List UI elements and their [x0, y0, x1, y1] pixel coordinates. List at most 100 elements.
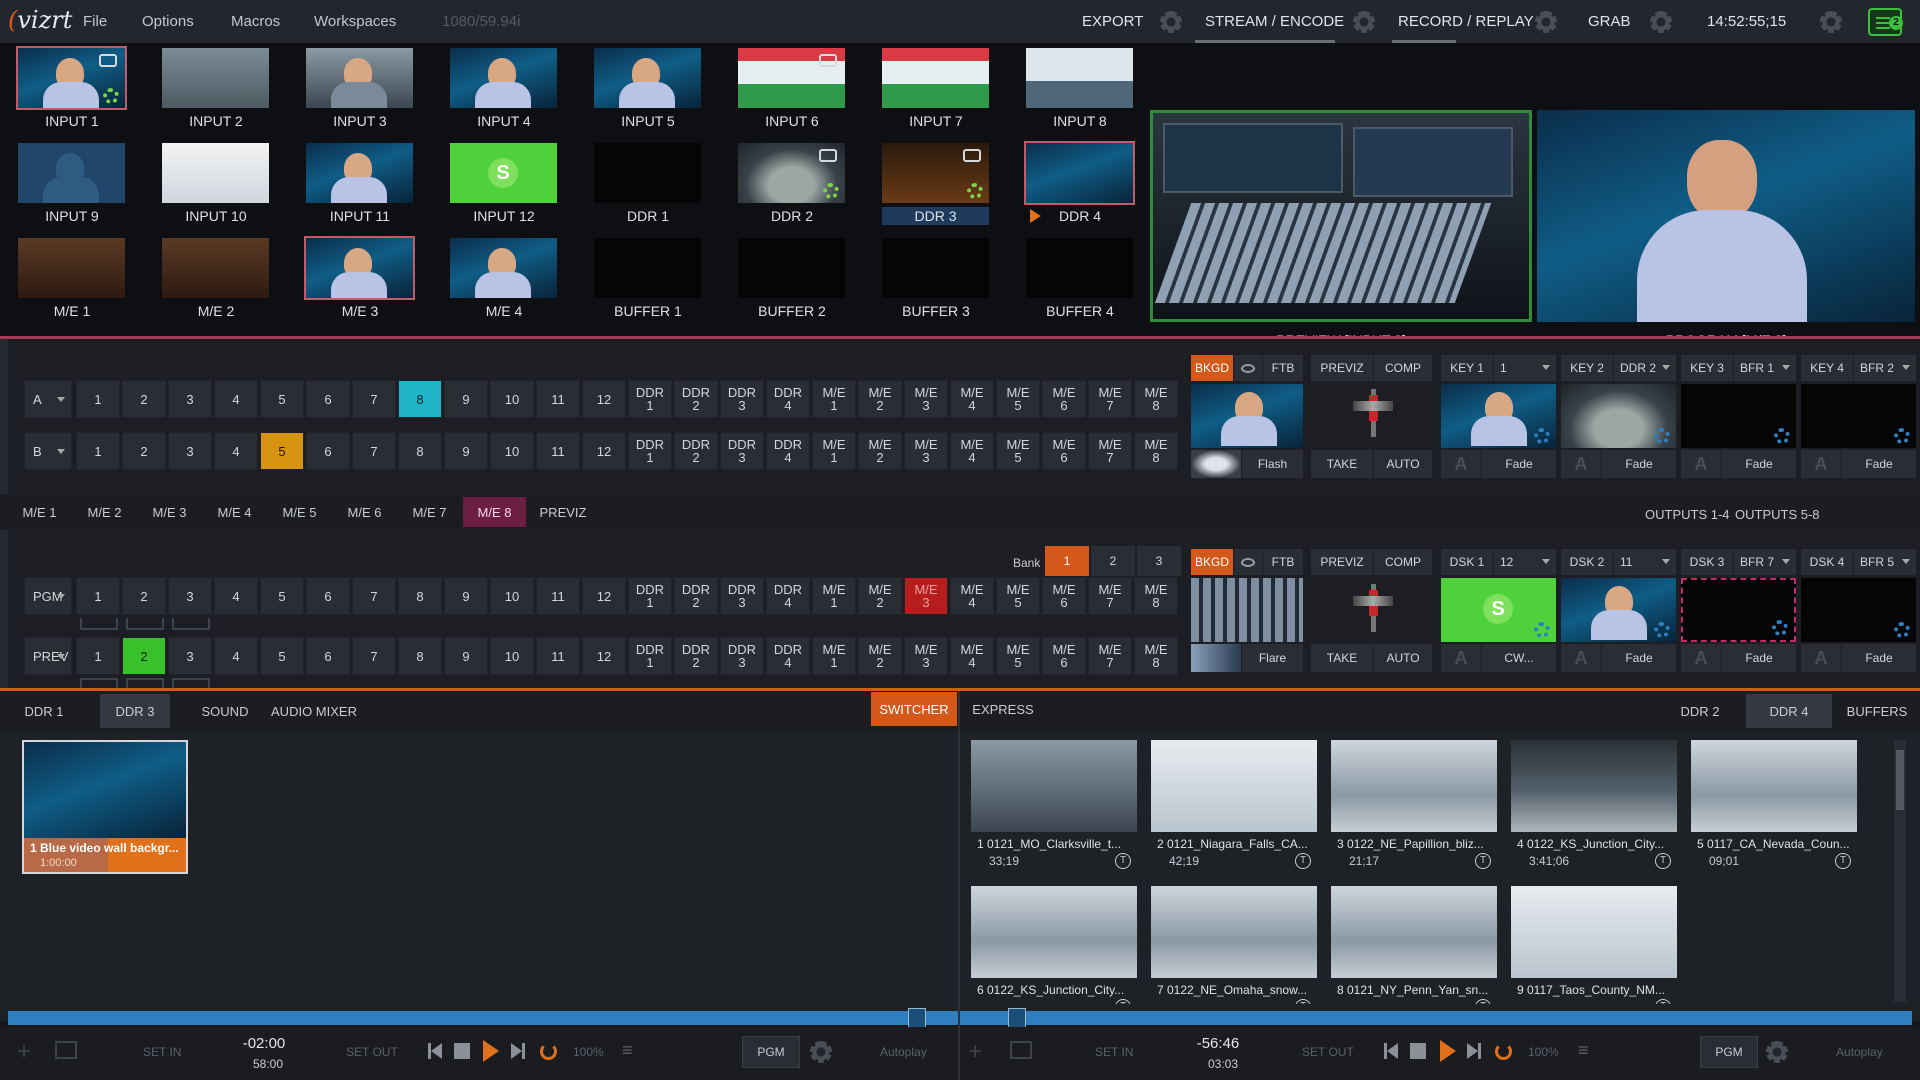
row-b-source-15[interactable]: DDR 3 — [720, 432, 764, 470]
ddr4-clip[interactable]: 1 0121_MO_Clarksville_t... 33;19 T — [971, 740, 1137, 869]
key-4-transition[interactable]: Fade — [1842, 450, 1916, 478]
dsk-2-source-select[interactable]: 11 — [1614, 549, 1676, 575]
prev-source-15[interactable]: DDR 3 — [720, 637, 764, 675]
pgm-source-21[interactable]: M/E 5 — [996, 577, 1040, 615]
clip-transition-icon[interactable]: T — [1655, 853, 1671, 869]
play-icon[interactable] — [483, 1040, 499, 1062]
monitor-ddr-3[interactable]: DDR 3 — [864, 139, 1008, 235]
row-a-source-14[interactable]: DDR 2 — [674, 380, 718, 418]
menu-options[interactable]: Options — [142, 13, 194, 30]
media-tab-audio-mixer[interactable]: AUDIO MIXER — [268, 694, 360, 728]
ddr3-scrubber[interactable] — [8, 1011, 958, 1025]
delegate-link-icon[interactable] — [126, 618, 164, 630]
ddr4-clip[interactable]: 5 0117_CA_Nevada_Coun... 09;01 T — [1691, 740, 1857, 869]
row-a-source-21[interactable]: M/E 5 — [996, 380, 1040, 418]
ddr4-clip[interactable]: 4 0122_KS_Junction_City... 3:41;06 T — [1511, 740, 1677, 869]
prev-source-21[interactable]: M/E 5 — [996, 637, 1040, 675]
dsk-4-source-select[interactable]: BFR 5 — [1854, 549, 1916, 575]
monitor-ddr-2[interactable]: DDR 2 — [720, 139, 864, 235]
row-b-source-13[interactable]: DDR 1 — [628, 432, 672, 470]
alpha-icon[interactable]: A — [1801, 450, 1841, 478]
alpha-icon[interactable]: A — [1801, 644, 1841, 672]
loop-icon[interactable] — [1495, 1043, 1512, 1060]
scrollbar-thumb[interactable] — [1896, 750, 1904, 810]
pgm-source-22[interactable]: M/E 6 — [1042, 577, 1086, 615]
ddr3-autoplay[interactable]: Autoplay — [880, 1045, 927, 1059]
monitor-m-e-4[interactable]: M/E 4 — [432, 234, 576, 330]
pgm-source-13[interactable]: DDR 1 — [628, 577, 672, 615]
row-b-source-18[interactable]: M/E 2 — [858, 432, 902, 470]
prev-source-4[interactable]: 4 — [214, 637, 258, 675]
ddr4-set-out[interactable]: SET OUT — [1302, 1045, 1354, 1059]
prev-source-16[interactable]: DDR 4 — [766, 637, 810, 675]
ddr4-speed[interactable]: 100% — [1528, 1045, 1559, 1059]
add-icon[interactable]: + — [17, 1038, 31, 1066]
prev-source-14[interactable]: DDR 2 — [674, 637, 718, 675]
pgm-row-selector[interactable]: PGM — [24, 577, 72, 615]
row-a-source-9[interactable]: 9 — [444, 380, 488, 418]
ddr3-scrubber-handle[interactable] — [908, 1008, 926, 1028]
bank-3[interactable]: 3 — [1137, 546, 1181, 576]
row-b-source-14[interactable]: DDR 2 — [674, 432, 718, 470]
row-a-source-20[interactable]: M/E 4 — [950, 380, 994, 418]
row-b-selector[interactable]: B — [24, 432, 72, 470]
prev-source-24[interactable]: M/E 8 — [1134, 637, 1178, 675]
dsk-1-source-select[interactable]: 12 — [1494, 549, 1556, 575]
row-a-source-7[interactable]: 7 — [352, 380, 396, 418]
alpha-icon[interactable]: A — [1681, 450, 1721, 478]
ddr4-clip[interactable]: 9 0117_Taos_County_NM... T — [1511, 886, 1677, 1004]
bank-2[interactable]: 2 — [1091, 546, 1135, 576]
pgm-source-7[interactable]: 7 — [352, 577, 396, 615]
delegate-link-icon[interactable] — [80, 618, 118, 630]
pgm-source-5[interactable]: 5 — [260, 577, 304, 615]
row-b-source-9[interactable]: 9 — [444, 432, 488, 470]
loop-icon[interactable] — [540, 1043, 557, 1060]
key-1-source-select[interactable]: 1 — [1494, 355, 1556, 381]
main-take-button[interactable]: TAKE — [1311, 644, 1373, 672]
monitor-input-3[interactable]: INPUT 3 — [288, 44, 432, 140]
row-b-source-7[interactable]: 7 — [352, 432, 396, 470]
row-a-source-10[interactable]: 10 — [490, 380, 534, 418]
row-a-source-3[interactable]: 3 — [168, 380, 212, 418]
monitor-m-e-1[interactable]: M/E 1 — [0, 234, 144, 330]
delegate-link-icon[interactable] — [80, 678, 118, 688]
ddr4-clip[interactable]: 2 0121_Niagara_Falls_CA... 42;19 T — [1151, 740, 1317, 869]
pgm-source-24[interactable]: M/E 8 — [1134, 577, 1178, 615]
prev-source-3[interactable]: 3 — [168, 637, 212, 675]
export-gear-icon[interactable] — [1160, 11, 1182, 33]
prev-source-9[interactable]: 9 — [444, 637, 488, 675]
row-b-source-23[interactable]: M/E 7 — [1088, 432, 1132, 470]
clip-transition-icon[interactable]: T — [1295, 853, 1311, 869]
monitor-input-2[interactable]: INPUT 2 — [144, 44, 288, 140]
monitor-buffer-4[interactable]: BUFFER 4 — [1008, 234, 1152, 330]
outputs-5-8-tab[interactable]: OUTPUTS 5-8 — [1735, 507, 1820, 522]
monitor-ddr-4[interactable]: DDR 4 — [1008, 139, 1152, 235]
row-b-source-2[interactable]: 2 — [122, 432, 166, 470]
clip-transition-icon[interactable]: T — [1475, 999, 1491, 1004]
pgm-source-3[interactable]: 3 — [168, 577, 212, 615]
row-a-source-16[interactable]: DDR 4 — [766, 380, 810, 418]
outputs-1-4-tab[interactable]: OUTPUTS 1-4 — [1645, 507, 1730, 522]
flash-button[interactable]: Flash — [1242, 450, 1303, 478]
row-b-source-3[interactable]: 3 — [168, 432, 212, 470]
row-b-source-8[interactable]: 8 — [398, 432, 442, 470]
pgm-source-15[interactable]: DDR 3 — [720, 577, 764, 615]
stop-icon[interactable] — [454, 1043, 470, 1059]
row-b-source-17[interactable]: M/E 1 — [812, 432, 856, 470]
ddr3-gear-icon[interactable] — [810, 1041, 832, 1063]
clip-transition-icon[interactable]: T — [1115, 853, 1131, 869]
ddr4-scrubber-handle[interactable] — [1008, 1008, 1026, 1028]
tab-m-e-4[interactable]: M/E 4 — [203, 497, 266, 527]
main-previz-button[interactable]: PREVIZ — [1311, 549, 1373, 575]
monitor-input-8[interactable]: INPUT 8 — [1008, 44, 1152, 140]
media-tab-ddr-4[interactable]: DDR 4 — [1746, 694, 1832, 728]
record-replay-button[interactable]: RECORD / REPLAY — [1398, 13, 1534, 30]
row-a-selector[interactable]: A — [24, 380, 72, 418]
comp-button[interactable]: COMP — [1374, 355, 1432, 381]
row-a-source-15[interactable]: DDR 3 — [720, 380, 764, 418]
ddr4-clip[interactable]: 8 0121_NY_Penn_Yan_sn... T — [1331, 886, 1497, 1004]
dsk-1-transition[interactable]: CW... — [1482, 644, 1556, 672]
prev-source-22[interactable]: M/E 6 — [1042, 637, 1086, 675]
monitor-buffer-1[interactable]: BUFFER 1 — [576, 234, 720, 330]
preview-monitor[interactable] — [1150, 110, 1532, 322]
